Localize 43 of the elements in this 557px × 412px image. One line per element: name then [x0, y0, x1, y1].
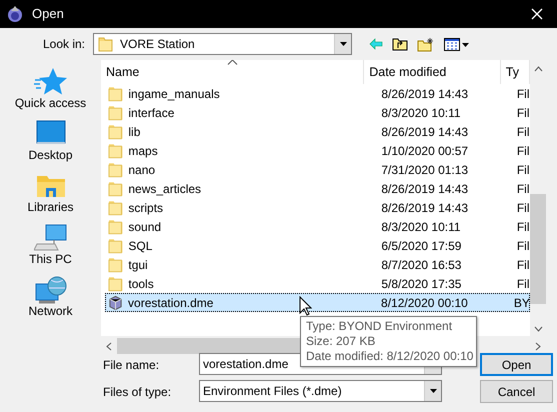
file-name: interface — [128, 106, 174, 120]
file-name: tools — [128, 276, 154, 290]
file-name: nano — [128, 162, 156, 176]
file-type: Fil — [516, 238, 529, 254]
file-name: maps — [128, 144, 158, 158]
look-in-value: VORE Station — [120, 36, 195, 53]
file-name: scripts — [128, 200, 164, 214]
file-date: 8/3/2020 10:11 — [380, 218, 462, 236]
file-type: Fil — [516, 104, 529, 122]
file-type: Fil — [516, 276, 529, 292]
tooltip-line: Type: BYOND Environment — [306, 319, 454, 334]
file-name: vorestation.dme — [128, 296, 214, 310]
file-date: 8/12/2020 00:10 — [380, 294, 469, 312]
file-name: sound — [128, 220, 162, 234]
file-date: 8/7/2020 16:53 — [380, 256, 462, 274]
file-type: Fil — [516, 256, 529, 274]
file-name: tgui — [128, 258, 148, 272]
window-title: Open — [32, 5, 64, 24]
tooltip-line: Date modified: 8/12/2020 00:10 — [306, 349, 471, 364]
file-date: 8/3/2020 10:11 — [380, 104, 462, 122]
file-date: 8/26/2019 14:43 — [380, 200, 470, 216]
file-date: 5/8/2020 17:35 — [380, 276, 462, 292]
file-name: SQL — [128, 238, 152, 252]
tooltip-line: Size: 207 KB — [306, 334, 376, 349]
file-date: 6/5/2020 17:59 — [380, 238, 462, 254]
file-date: 8/26/2019 14:43 — [380, 124, 470, 140]
file-name: lib — [128, 124, 140, 138]
file-name: ingame_manuals — [128, 86, 220, 100]
look-in-label: Look in: — [42, 36, 86, 53]
file-type: Fil — [516, 86, 529, 102]
file-type: Fil — [516, 162, 529, 178]
file-date: 7/31/2020 01:13 — [380, 162, 470, 178]
file-type: Fil — [516, 142, 529, 160]
file-date: 8/26/2019 14:43 — [380, 86, 470, 102]
file-type: Fil — [516, 218, 529, 236]
file-type: Fil — [516, 124, 529, 140]
file-type-label: Files of type: — [103, 384, 172, 400]
file-name: news_articles — [128, 182, 202, 196]
file-type: Fil — [516, 180, 529, 198]
file-name-label: File name: — [103, 356, 160, 374]
file-date: 8/26/2019 14:43 — [380, 180, 470, 198]
file-date: 1/10/2020 00:57 — [380, 142, 470, 160]
file-type: Fil — [516, 200, 529, 216]
